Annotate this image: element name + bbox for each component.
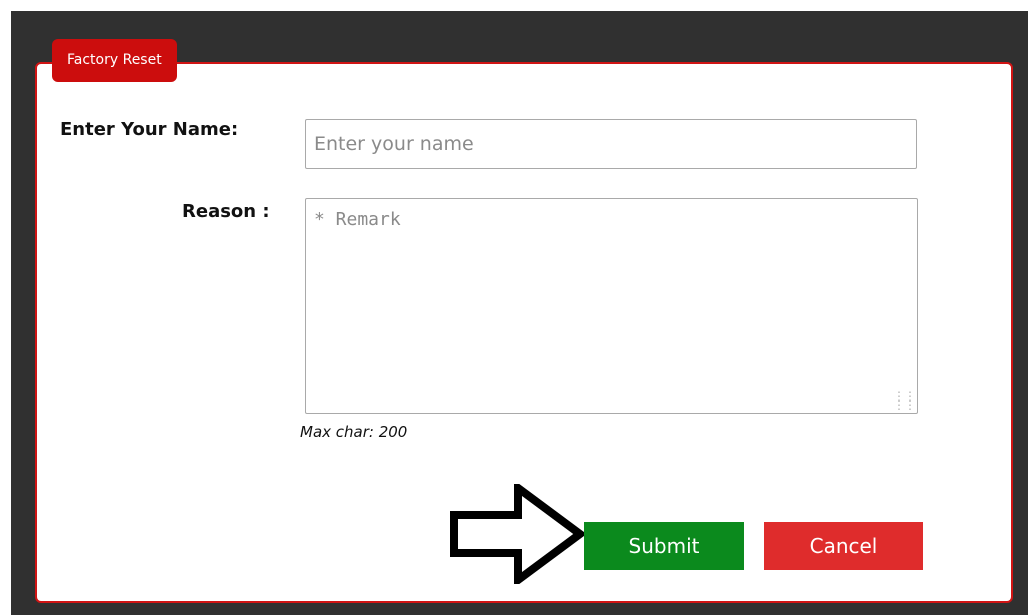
resize-grip-icon[interactable]: ⋮⋮ ⋮⋮ <box>893 390 916 411</box>
submit-button[interactable]: Submit <box>584 522 744 570</box>
dialog-title: Factory Reset <box>52 39 177 82</box>
reason-textarea[interactable] <box>305 198 918 414</box>
name-input[interactable] <box>305 119 917 169</box>
name-label: Enter Your Name: <box>60 119 239 140</box>
arrow-right-outline-icon <box>450 484 586 584</box>
reason-label: Reason : <box>182 201 270 222</box>
cancel-button[interactable]: Cancel <box>764 522 923 570</box>
page-margin <box>0 0 11 615</box>
max-char-hint: Max char: 200 <box>300 423 408 441</box>
